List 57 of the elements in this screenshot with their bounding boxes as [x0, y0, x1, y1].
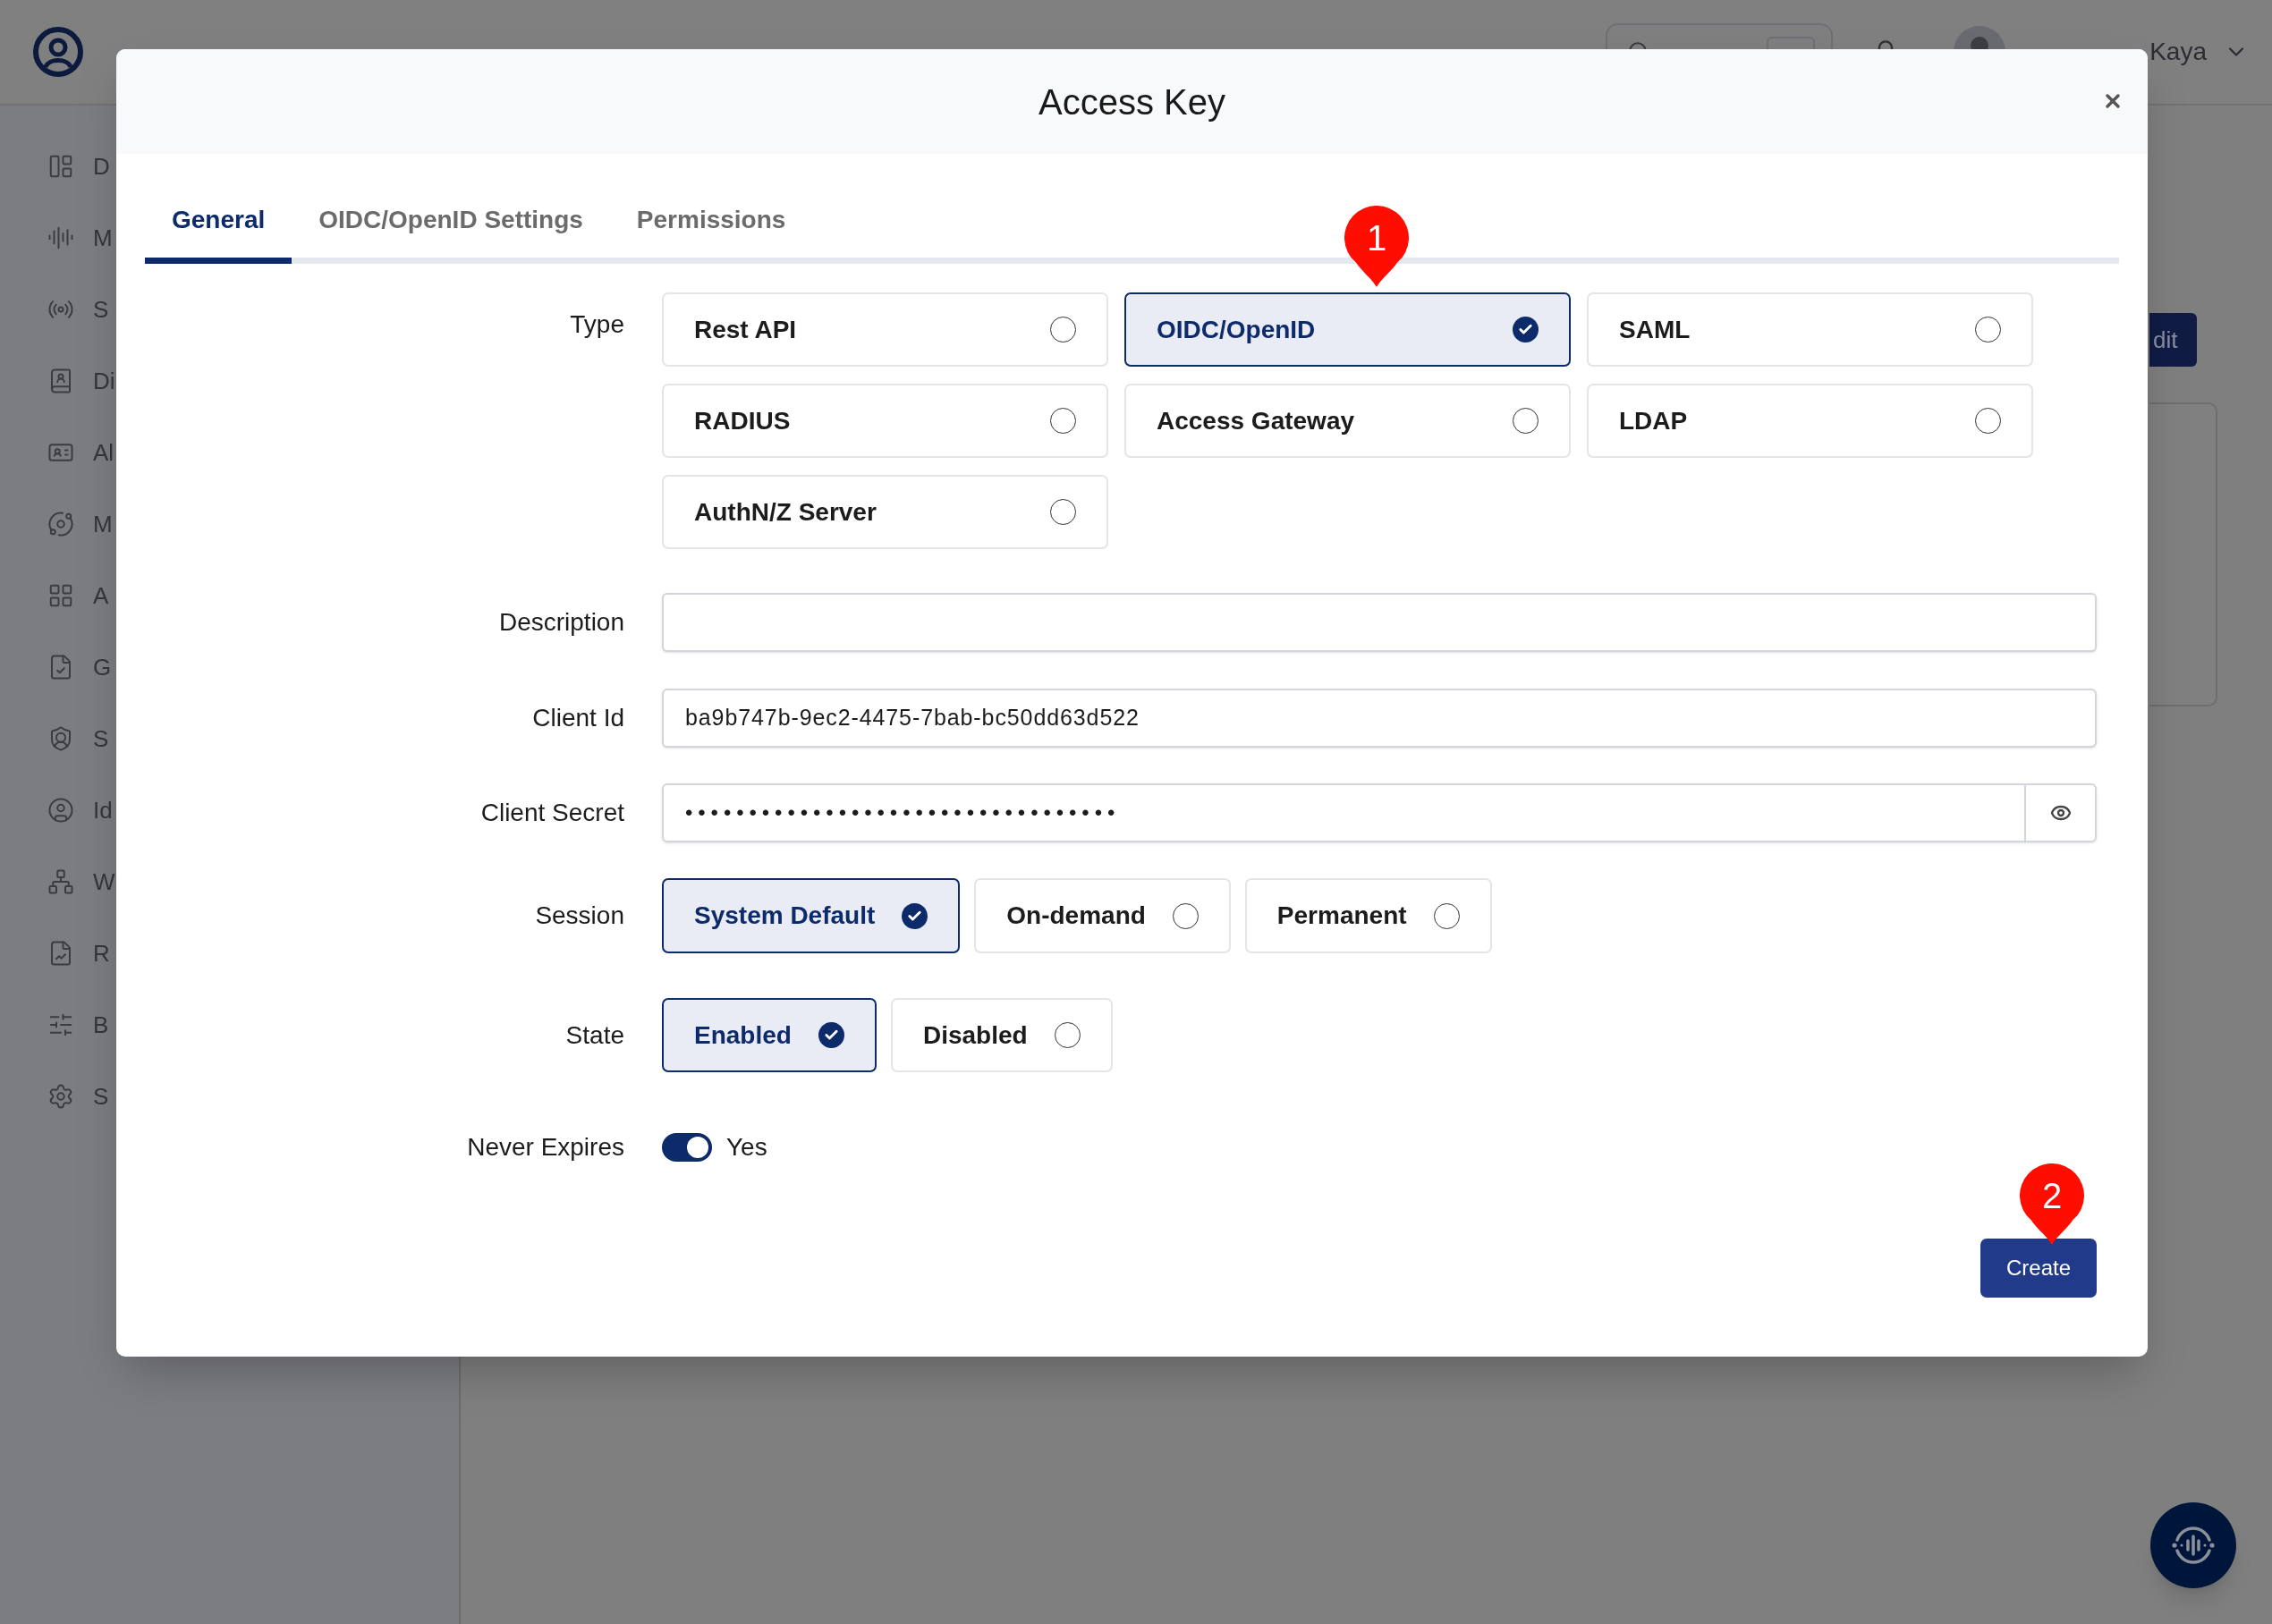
toggle-label: Yes: [726, 1133, 767, 1162]
field-label: Session: [535, 901, 624, 930]
sidebar-item[interactable]: Al: [47, 439, 114, 466]
orbit-icon: [47, 511, 74, 537]
sidebar-item[interactable]: R: [47, 940, 110, 967]
type-option[interactable]: OIDC/OpenID: [1124, 292, 1571, 367]
sidebar-item[interactable]: B: [47, 1011, 109, 1038]
sidebar-item[interactable]: W: [47, 868, 115, 895]
type-option[interactable]: Access Gateway: [1124, 384, 1571, 458]
type-option[interactable]: SAML: [1587, 292, 2033, 367]
step-marker: 2: [2020, 1163, 2084, 1245]
sidebar-item[interactable]: S: [47, 725, 109, 752]
settings-icon: [47, 1083, 74, 1110]
sidebar-item[interactable]: G: [47, 654, 112, 681]
create-button[interactable]: Create: [1980, 1239, 2097, 1298]
tab[interactable]: OIDC/OpenID Settings: [292, 202, 610, 264]
sidebar-item[interactable]: Di: [47, 368, 115, 394]
tab[interactable]: Permissions: [609, 202, 813, 264]
sidebar-item[interactable]: M: [47, 224, 113, 251]
description-field[interactable]: [662, 593, 2097, 652]
sidebar-item[interactable]: A: [47, 582, 109, 609]
state-option[interactable]: Enabled: [662, 998, 877, 1072]
type-option[interactable]: RADIUS: [662, 384, 1108, 458]
session-option[interactable]: Permanent: [1244, 878, 1492, 953]
session-option[interactable]: System Default: [662, 878, 961, 953]
client-secret-field[interactable]: ••••••••••••••••••••••••••••••••••: [662, 783, 2026, 842]
toggle-switch[interactable]: [662, 1133, 712, 1162]
sidebar-item[interactable]: S: [47, 296, 109, 323]
show-secret-button[interactable]: [2026, 783, 2097, 842]
dialog-title: Access Key: [1039, 83, 1225, 120]
field-label: Type: [570, 310, 624, 339]
logo-icon: [32, 26, 84, 78]
sidebar-item[interactable]: M: [47, 511, 113, 537]
step-marker: 1: [1344, 206, 1409, 287]
session-option[interactable]: On-demand: [974, 878, 1231, 953]
panel-layout-icon: [47, 153, 74, 180]
field-label: Client Secret: [480, 799, 624, 827]
user-name[interactable]: Kaya: [2149, 39, 2207, 64]
sidebar-item[interactable]: D: [47, 153, 110, 180]
field-label: State: [565, 1020, 624, 1050]
field-label: Description: [498, 608, 624, 637]
type-option[interactable]: Rest API: [662, 292, 1108, 367]
field-label: Client Id: [532, 704, 624, 732]
sliders-icon: [47, 1011, 74, 1038]
page-action-button[interactable]: dit: [2149, 313, 2197, 367]
audio-wave-icon: [47, 224, 74, 251]
type-option[interactable]: LDAP: [1587, 384, 2033, 458]
client-id-field[interactable]: ba9b747b-9ec2-4475-7bab-bc50dd63d522: [662, 689, 2097, 748]
field-label: Never Expires: [467, 1133, 624, 1162]
state-option[interactable]: Disabled: [890, 998, 1113, 1072]
network-icon: [47, 868, 74, 895]
sidebar-item[interactable]: Id: [47, 797, 113, 824]
tab[interactable]: General: [145, 202, 292, 264]
user-circle-icon: [47, 797, 74, 824]
type-option[interactable]: AuthN/Z Server: [662, 475, 1108, 549]
grid-icon: [47, 582, 74, 609]
sidebar-item[interactable]: S: [47, 1083, 109, 1110]
